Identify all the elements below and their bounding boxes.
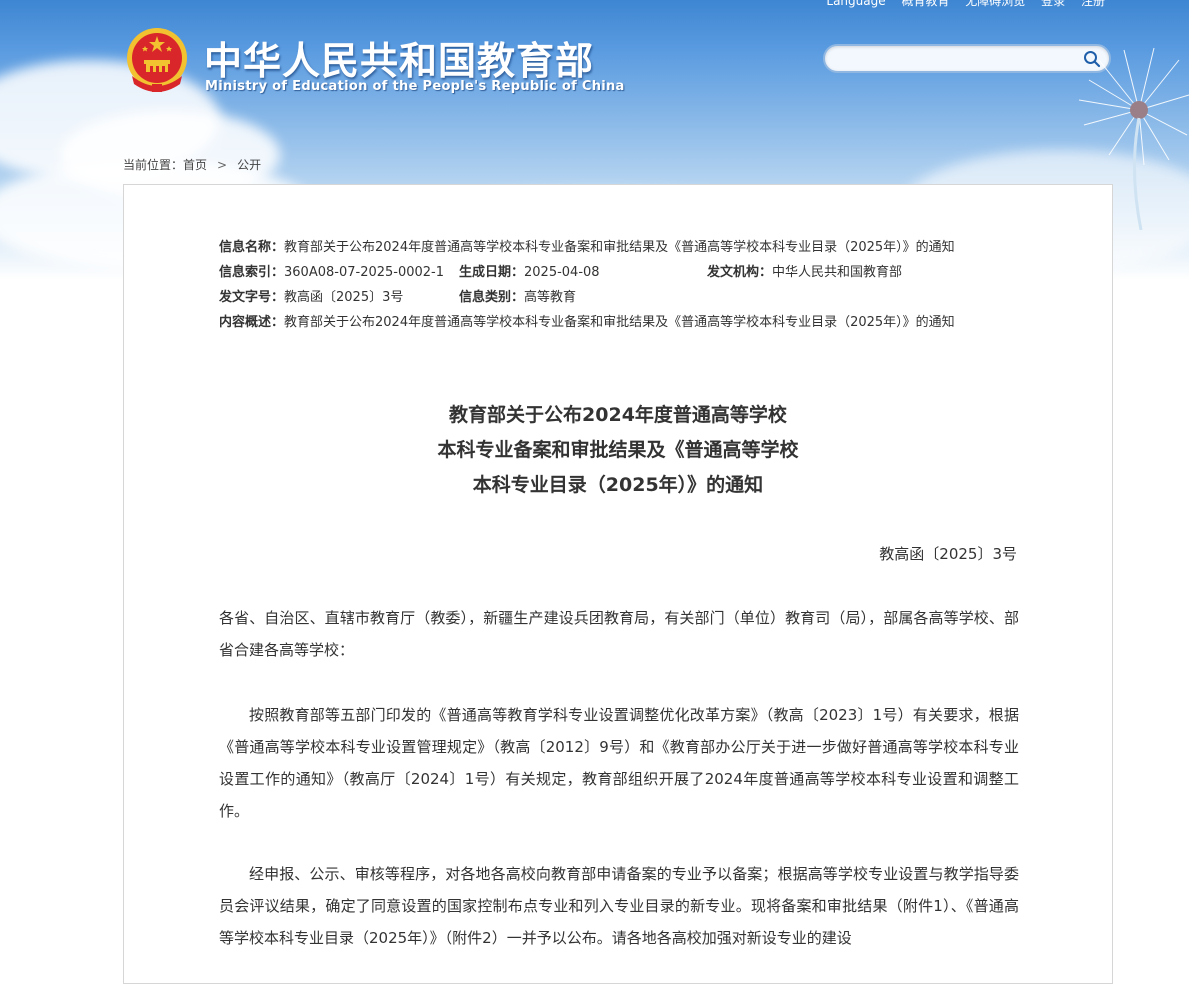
meta-row-index: 信息索引：360A08-07-2025-0002-1 生成日期：2025-04-… (219, 260, 955, 285)
document-title-line-2: 本科专业备案和审批结果及《普通高等学校 (437, 439, 799, 461)
meta-type-key: 信息类别： (459, 290, 525, 305)
meta-index-value: 360A08-07-2025-0002-1 (284, 265, 445, 280)
meta-date-key: 生成日期： (459, 265, 525, 280)
meta-date-value: 2025-04-08 (524, 265, 600, 280)
national-emblem-icon (127, 28, 187, 92)
document-number: 教高函〔2025〕3号 (879, 545, 1017, 563)
meta-name-key: 信息名称： (219, 240, 285, 255)
meta-row-summary: 内容概述：教育部关于公布2024年度普通高等学校本科专业备案和审批结果及《普通高… (219, 310, 955, 335)
meta-summary-key: 内容概述： (219, 315, 285, 330)
language-link[interactable]: Language (826, 0, 885, 8)
breadcrumb-label: 当前位置： (123, 158, 184, 172)
addressee-paragraph: 各省、自治区、直辖市教育厅（教委），新疆生产建设兵团教育局，有关部门（单位）教育… (219, 609, 1019, 659)
meta-summary-value: 教育部关于公布2024年度普通高等学校本科专业备案和审批结果及《普通高等学校本科… (284, 315, 955, 330)
breadcrumb-home[interactable]: 首页 (183, 158, 207, 172)
site-subtitle: Ministry of Education of the People's Re… (205, 79, 625, 94)
site-title[interactable]: 中华人民共和国教育部 (204, 30, 594, 85)
meta-org-value: 中华人民共和国教育部 (772, 265, 903, 280)
meta-docno-key: 发文字号： (219, 290, 285, 305)
meta-name-value: 教育部关于公布2024年度普通高等学校本科专业备案和审批结果及《普通高等学校本科… (284, 240, 955, 255)
meta-org-key: 发文机构： (707, 265, 773, 280)
accessibility-link[interactable]: 无障碍浏览 (965, 0, 1025, 8)
breadcrumb-current[interactable]: 公开 (237, 158, 261, 172)
topbar-link-2[interactable]: 概育教育 (901, 0, 949, 8)
top-links: Language 概育教育 无障碍浏览 登录 注册 (820, 0, 1111, 9)
meta-index-key: 信息索引： (219, 265, 285, 280)
meta-type-value: 高等教育 (524, 290, 577, 305)
meta-row-name: 信息名称：教育部关于公布2024年度普通高等学校本科专业备案和审批结果及《普通高… (219, 235, 955, 260)
breadcrumb-separator: > (217, 158, 228, 172)
meta-row-docno: 发文字号：教高函〔2025〕3号 信息类别：高等教育 (219, 285, 955, 310)
meta-docno-value: 教高函〔2025〕3号 (284, 290, 404, 305)
document-metadata: 信息名称：教育部关于公布2024年度普通高等学校本科专业备案和审批结果及《普通高… (219, 235, 955, 335)
login-link[interactable]: 登录 (1041, 0, 1065, 8)
body-paragraph-2: 经申报、公示、审核等程序，对各地各高校向教育部申请备案的专业予以备案；根据高等学… (219, 865, 1019, 947)
document-title: 教育部关于公布2024年度普通高等学校 本科专业备案和审批结果及《普通高等学校 … (124, 398, 1112, 503)
document-title-line-1: 教育部关于公布2024年度普通高等学校 (449, 404, 787, 426)
register-link[interactable]: 注册 (1081, 0, 1105, 8)
body-paragraph-1: 按照教育部等五部门印发的《普通高等教育学科专业设置调整优化改革方案》（教高〔20… (219, 706, 1019, 820)
document-title-line-3: 本科专业目录（2025年）》的通知 (472, 474, 764, 496)
breadcrumb: 当前位置：首页 > 公开 (123, 156, 261, 173)
search-box[interactable] (823, 44, 1111, 73)
article-container: 信息名称：教育部关于公布2024年度普通高等学校本科专业备案和审批结果及《普通高… (123, 184, 1113, 984)
